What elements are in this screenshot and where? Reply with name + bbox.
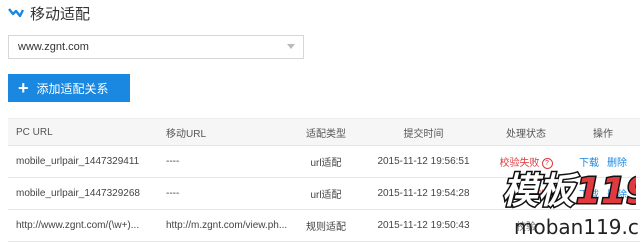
cell-mobile-url: http://m.zgnt.com/view.ph... [166,209,291,242]
cell-mobile-url: ---- [166,145,291,178]
table-row: http://www.zgnt.com/(\w+)... http://m.zg… [8,209,640,242]
cell-pc-url: mobile_urlpair_1447329268 [8,177,166,210]
cell-type: 规则适配 [291,209,361,242]
add-adaptation-label: 添加适配关系 [36,81,109,96]
header-mobile-url: 移动URL [166,118,291,146]
header-type: 适配类型 [291,118,361,146]
help-icon[interactable]: ? [541,157,553,169]
cell-status: 校验失败 [486,177,566,210]
table-header-row: PC URL 移动URL 适配类型 提交时间 处理状态 操作 [8,118,640,146]
cell-ops: 下载 删除 [566,177,640,210]
cell-ops: 下载 删除 [566,145,640,178]
section-title: 移动适配 [30,5,91,23]
status-badge: 校验失败 [499,158,540,169]
cell-ops [566,209,640,242]
table-row: mobile_urlpair_1447329411 ---- url适配 201… [8,145,640,178]
header-time: 提交时间 [361,118,486,146]
status-badge: 校验 [516,222,536,233]
adaptation-table: PC URL 移动URL 适配类型 提交时间 处理状态 操作 mobile_ur… [8,118,640,242]
status-badge: 校验失败 [506,190,546,201]
header-ops: 操作 [566,118,640,146]
header-status: 处理状态 [486,118,566,146]
delete-link[interactable]: 删除 [607,190,627,201]
cell-status: 校验失败? [486,145,566,178]
cell-status: 校验 [486,209,566,242]
cell-time: 2015-11-12 19:50:43 [361,209,486,242]
cell-type: url适配 [291,177,361,210]
delete-link[interactable]: 删除 [607,158,627,169]
section-header: 移动适配 [8,2,90,24]
domain-select[interactable]: www.zgnt.com [8,35,304,59]
plus-icon: + [18,78,29,98]
cell-mobile-url: ---- [166,177,291,210]
caret-down-icon [287,44,295,49]
cell-time: 2015-11-12 19:56:51 [361,145,486,178]
cell-time: 2015-11-12 19:54:28 [361,177,486,210]
cell-type: url适配 [291,145,361,178]
domain-select-value: www.zgnt.com [18,41,89,53]
header-pc-url: PC URL [8,118,166,146]
download-link[interactable]: 下载 [579,190,599,201]
table-row: mobile_urlpair_1447329268 ---- url适配 201… [8,177,640,210]
chevron-down-icon [8,8,24,18]
add-adaptation-button[interactable]: + 添加适配关系 [8,74,130,102]
download-link[interactable]: 下载 [579,158,599,169]
cell-pc-url: http://www.zgnt.com/(\w+)... [8,209,166,242]
cell-pc-url: mobile_urlpair_1447329411 [8,145,166,178]
